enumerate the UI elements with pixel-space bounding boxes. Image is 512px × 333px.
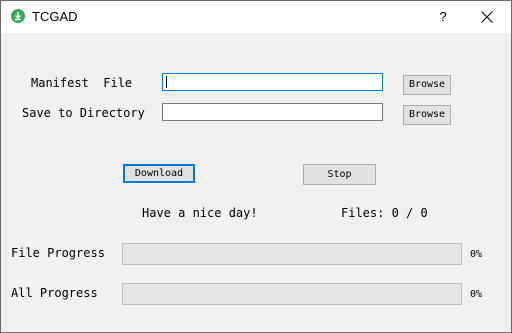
text-caret [166,76,167,88]
file-progress-bar [122,243,462,265]
all-progress-percent: 0% [470,289,483,300]
window-title: TCGAD [32,9,78,24]
all-progress-label: All Progress [11,286,98,300]
browse-directory-button[interactable]: Browse [403,105,451,125]
manifest-file-label: Manifest File [31,76,133,90]
close-button[interactable] [475,5,499,29]
all-progress-bar [122,283,462,305]
manifest-file-input[interactable] [162,73,383,91]
app-window: TCGAD ? Manifest File Browse Save to Dir… [0,0,512,333]
file-progress-label: File Progress [11,246,105,260]
browse-manifest-button[interactable]: Browse [403,75,451,95]
download-icon [11,9,25,23]
title-bar: TCGAD ? [1,1,511,33]
save-directory-input[interactable] [162,103,383,121]
help-button[interactable]: ? [431,5,455,29]
file-progress-percent: 0% [470,249,483,260]
download-button[interactable]: Download [123,164,195,183]
status-message: Have a nice day! [142,206,258,220]
close-icon [481,11,493,23]
save-directory-label: Save to Directory [22,106,145,120]
files-count: Files: 0 / 0 [341,206,428,220]
stop-button[interactable]: Stop [303,164,376,185]
